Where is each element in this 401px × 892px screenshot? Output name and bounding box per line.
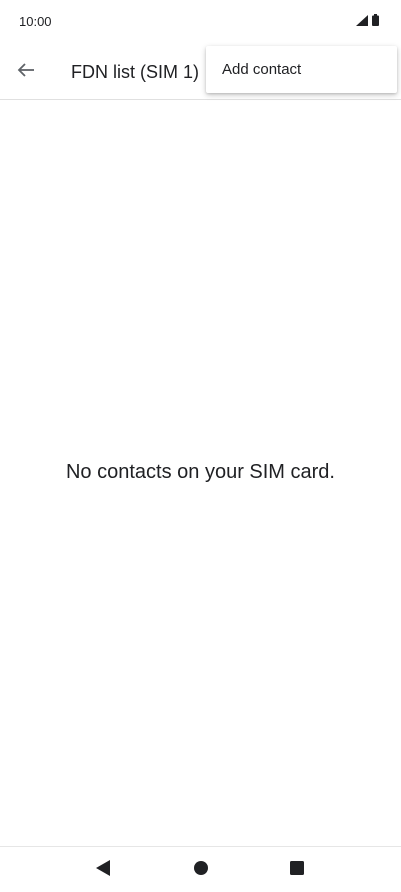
menu-item-add-contact[interactable]: Add contact: [206, 46, 397, 93]
battery-icon: [372, 13, 379, 31]
arrow-back-icon: [17, 62, 35, 83]
back-triangle-icon: [96, 859, 110, 881]
status-bar: 10:00: [0, 0, 401, 44]
home-circle-icon: [194, 860, 208, 880]
nav-home-button[interactable]: [190, 859, 212, 881]
status-icons: [356, 13, 379, 31]
status-time: 10:00: [19, 14, 52, 29]
page-title: FDN list (SIM 1): [71, 62, 199, 82]
nav-recents-button[interactable]: [286, 859, 308, 881]
back-button[interactable]: [12, 58, 40, 86]
overflow-menu: Add contact: [206, 46, 397, 93]
navigation-bar: [0, 846, 401, 892]
empty-state-message: No contacts on your SIM card.: [65, 461, 335, 483]
signal-icon: [356, 13, 368, 31]
recents-square-icon: [290, 860, 304, 880]
menu-item-label: Add contact: [222, 61, 302, 78]
nav-back-button[interactable]: [92, 859, 114, 881]
